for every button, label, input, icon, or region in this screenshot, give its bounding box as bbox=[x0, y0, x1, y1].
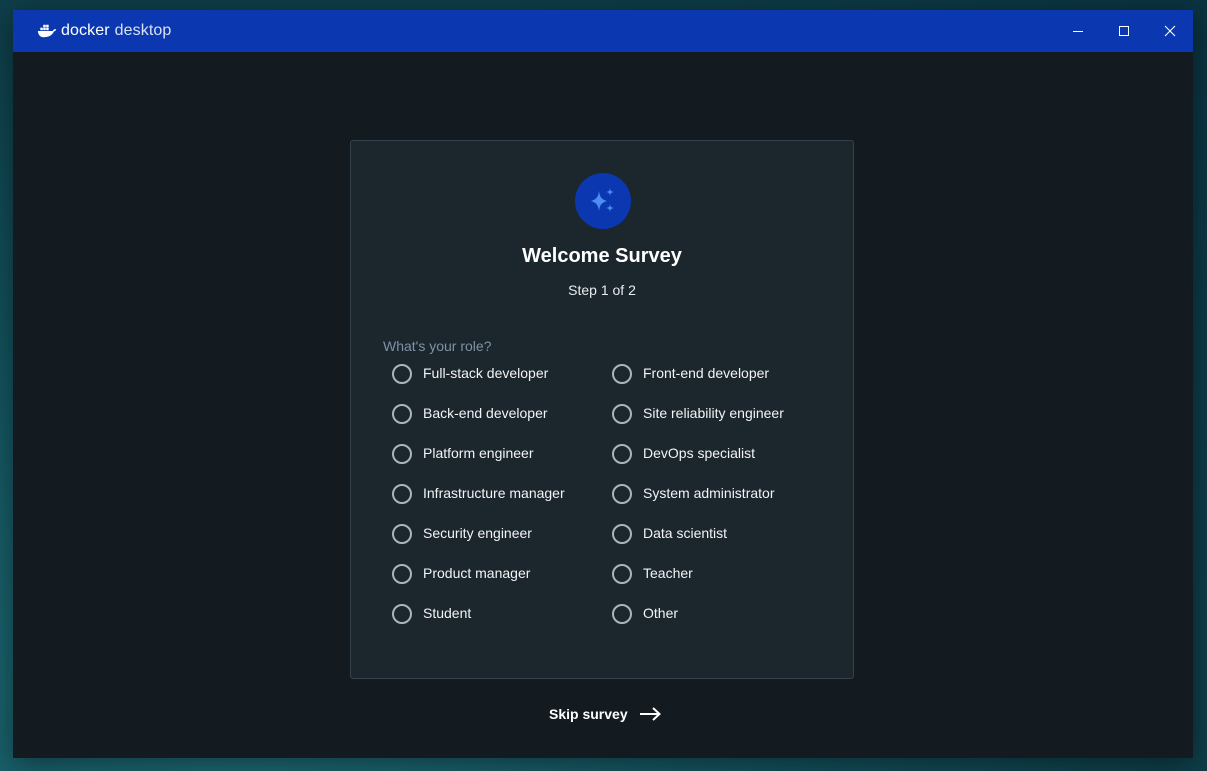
role-option-product-manager[interactable]: Product manager bbox=[392, 563, 612, 603]
radio-button[interactable] bbox=[392, 364, 412, 384]
radio-button[interactable] bbox=[612, 364, 632, 384]
brand-product: desktop bbox=[114, 22, 172, 39]
role-option-system-administrator[interactable]: System administrator bbox=[612, 483, 832, 523]
arrow-right-icon bbox=[639, 707, 661, 721]
app-logo: docker desktop bbox=[37, 22, 171, 40]
docker-whale-icon bbox=[37, 24, 57, 38]
option-label: Other bbox=[643, 605, 679, 621]
role-option-back-end-developer[interactable]: Back-end developer bbox=[392, 403, 612, 443]
skip-survey-label: Skip survey bbox=[549, 706, 628, 722]
maximize-icon bbox=[1119, 26, 1129, 36]
option-label: Data scientist bbox=[643, 525, 728, 541]
minimize-icon bbox=[1073, 31, 1083, 32]
radio-button[interactable] bbox=[612, 604, 632, 624]
role-option-data-scientist[interactable]: Data scientist bbox=[612, 523, 832, 563]
option-label: Site reliability engineer bbox=[643, 405, 784, 421]
radio-button[interactable] bbox=[612, 484, 632, 504]
option-label: Product manager bbox=[423, 565, 531, 581]
option-label: Student bbox=[423, 605, 472, 621]
role-option-site-reliability-engineer[interactable]: Site reliability engineer bbox=[612, 403, 832, 443]
radio-button[interactable] bbox=[612, 564, 632, 584]
role-option-platform-engineer[interactable]: Platform engineer bbox=[392, 443, 612, 483]
skip-survey-button[interactable]: Skip survey bbox=[549, 706, 661, 722]
role-option-devops-specialist[interactable]: DevOps specialist bbox=[612, 443, 832, 483]
main-content: Welcome Survey Step 1 of 2 What's your r… bbox=[13, 52, 1193, 758]
survey-step: Step 1 of 2 bbox=[568, 282, 636, 298]
role-option-teacher[interactable]: Teacher bbox=[612, 563, 832, 603]
title-bar: docker desktop bbox=[13, 10, 1193, 52]
radio-button[interactable] bbox=[612, 444, 632, 464]
role-option-infrastructure-manager[interactable]: Infrastructure manager bbox=[392, 483, 612, 523]
radio-button[interactable] bbox=[392, 484, 412, 504]
radio-button[interactable] bbox=[392, 524, 412, 544]
role-option-front-end-developer[interactable]: Front-end developer bbox=[612, 363, 832, 403]
maximize-button[interactable] bbox=[1101, 10, 1147, 52]
option-label: Full-stack developer bbox=[423, 365, 549, 381]
minimize-button[interactable] bbox=[1055, 10, 1101, 52]
option-label: DevOps specialist bbox=[643, 445, 756, 461]
option-label: Security engineer bbox=[423, 525, 532, 541]
option-label: Back-end developer bbox=[423, 405, 548, 421]
survey-title: Welcome Survey bbox=[522, 245, 682, 267]
close-icon bbox=[1164, 25, 1176, 37]
sparkles-icon bbox=[591, 188, 614, 212]
role-question: What's your role? bbox=[383, 338, 492, 354]
radio-button[interactable] bbox=[392, 564, 412, 584]
brand-name: docker bbox=[61, 22, 110, 39]
role-option-full-stack-developer[interactable]: Full-stack developer bbox=[392, 363, 612, 403]
close-button[interactable] bbox=[1147, 10, 1193, 52]
radio-button[interactable] bbox=[392, 444, 412, 464]
option-label: Teacher bbox=[643, 565, 693, 581]
role-options: Full-stack developer Front-end developer… bbox=[392, 363, 832, 643]
radio-button[interactable] bbox=[392, 404, 412, 424]
window-controls bbox=[1055, 10, 1193, 52]
radio-button[interactable] bbox=[392, 604, 412, 624]
role-option-other[interactable]: Other bbox=[612, 603, 832, 643]
role-option-security-engineer[interactable]: Security engineer bbox=[392, 523, 612, 563]
docker-desktop-window: docker desktop Welcome Survey Step 1 of … bbox=[13, 10, 1193, 758]
survey-card: Welcome Survey Step 1 of 2 What's your r… bbox=[350, 140, 854, 679]
option-label: Infrastructure manager bbox=[423, 485, 565, 501]
option-label: Front-end developer bbox=[643, 365, 770, 381]
radio-button[interactable] bbox=[612, 404, 632, 424]
option-label: System administrator bbox=[643, 485, 775, 501]
survey-icon-badge bbox=[575, 173, 631, 229]
radio-button[interactable] bbox=[612, 524, 632, 544]
role-option-student[interactable]: Student bbox=[392, 603, 612, 643]
option-label: Platform engineer bbox=[423, 445, 534, 461]
